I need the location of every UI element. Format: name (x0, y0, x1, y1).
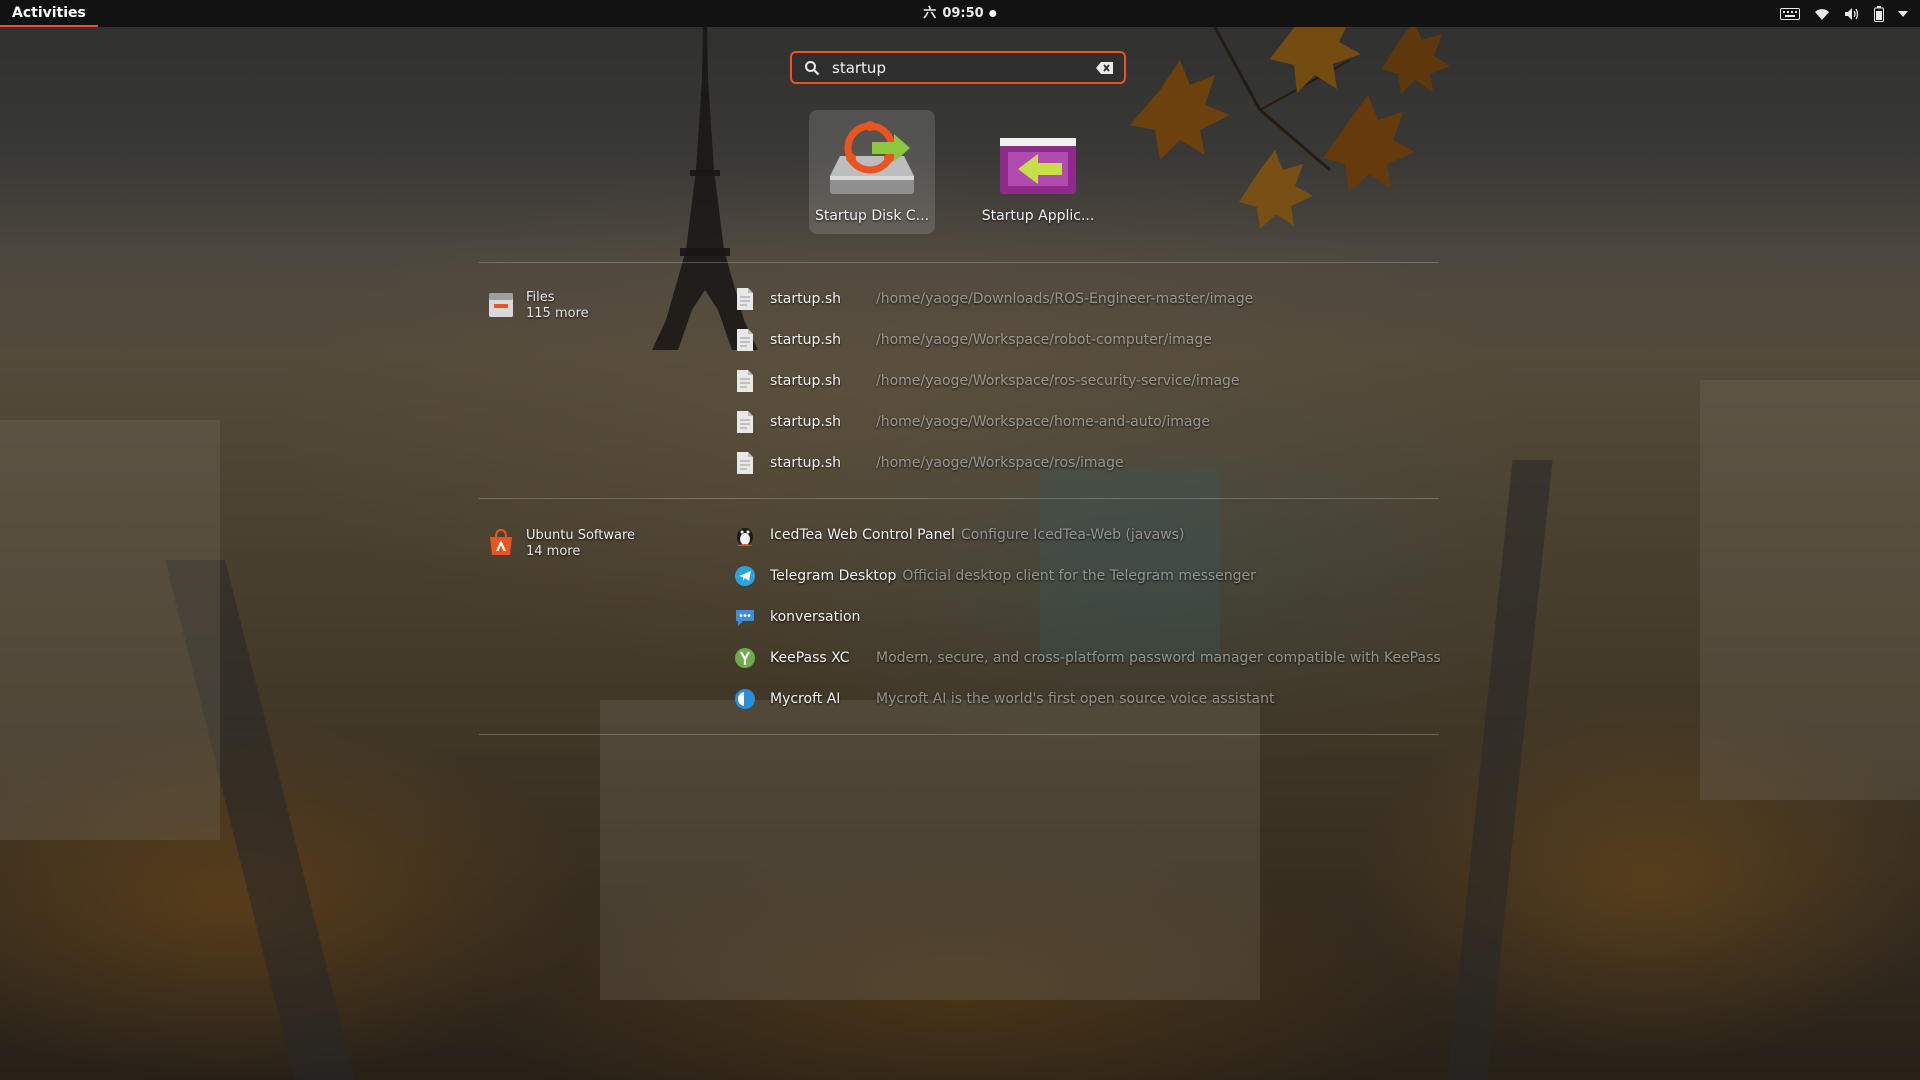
app-tile-startup-applications[interactable]: Startup Applic... (975, 110, 1101, 234)
wifi-icon[interactable] (1814, 7, 1830, 21)
provider-title: Files (526, 290, 555, 305)
search-result-app[interactable]: konversation (734, 602, 876, 632)
result-name: startup.sh (770, 414, 841, 430)
clock-button[interactable]: 六 09:50 (923, 0, 997, 27)
text-file-icon (737, 370, 753, 392)
result-path: /home/yaoge/Workspace/home-and-auto/imag… (876, 414, 1210, 430)
result-name: KeePass XC (770, 650, 850, 666)
chevron-down-icon[interactable] (1898, 10, 1908, 17)
results-separator (479, 498, 1439, 499)
clock-time: 09:50 (942, 6, 984, 21)
result-description: Mycroft AI is the world's first open sou… (876, 691, 1275, 707)
keyboard-icon[interactable] (1780, 7, 1800, 20)
search-result-file[interactable]: startup.sh /home/yaoge/Downloads/ROS-Eng… (734, 284, 1253, 314)
startup-disk-creator-icon (830, 121, 914, 194)
provider-ubuntu-software[interactable]: Ubuntu Software 14 more (486, 528, 635, 560)
text-file-icon (737, 288, 753, 310)
app-tile-startup-disk-creator[interactable]: Startup Disk C... (809, 110, 935, 234)
provider-title: Ubuntu Software (526, 528, 636, 543)
result-description: Configure IcedTea-Web (javaws) (960, 527, 1185, 543)
ubuntu-software-icon (490, 528, 512, 555)
results-separator (479, 734, 1439, 735)
provider-more-count: 115 more (526, 306, 589, 321)
app-tile-label: Startup Disk C... (814, 208, 930, 224)
result-path: /home/yaoge/Workspace/robot-computer/ima… (876, 332, 1212, 348)
provider-files[interactable]: Files 115 more (486, 290, 589, 322)
result-name: startup.sh (770, 291, 841, 307)
mycroft-icon (735, 689, 755, 709)
text-file-icon (737, 411, 753, 433)
clock-weekday: 六 (923, 6, 937, 21)
konversation-icon (736, 610, 754, 626)
search-result-file[interactable]: startup.sh /home/yaoge/Workspace/ros-sec… (734, 366, 1240, 396)
result-path: /home/yaoge/Workspace/ros/image (876, 455, 1124, 471)
result-path: /home/yaoge/Workspace/ros-security-servi… (876, 373, 1240, 389)
result-name: startup.sh (770, 332, 841, 348)
result-name: Mycroft AI (770, 691, 841, 707)
activities-button[interactable]: Activities (0, 0, 98, 27)
search-result-app[interactable]: Mycroft AI Mycroft AI is the world's fir… (734, 684, 1274, 714)
result-name: Telegram Desktop (770, 568, 897, 584)
top-panel: Activities 六 09:50 (0, 0, 1920, 27)
volume-icon[interactable] (1844, 7, 1860, 21)
telegram-icon (735, 566, 755, 586)
result-description: Modern, secure, and cross-platform passw… (876, 650, 1441, 666)
icedtea-icon (737, 528, 753, 546)
search-input[interactable] (830, 57, 1096, 78)
battery-icon[interactable] (1874, 5, 1884, 22)
result-path: /home/yaoge/Downloads/ROS-Engineer-maste… (876, 291, 1254, 307)
result-description: Official desktop client for the Telegram… (902, 568, 1256, 584)
search-result-file[interactable]: startup.sh /home/yaoge/Workspace/home-an… (734, 407, 1210, 437)
result-name: startup.sh (770, 455, 841, 471)
provider-more-count: 14 more (526, 544, 581, 559)
keepassxc-icon (735, 648, 755, 668)
result-name: startup.sh (770, 373, 841, 389)
results-separator (479, 262, 1439, 263)
result-name: IcedTea Web Control Panel (770, 527, 955, 543)
system-tray[interactable] (1780, 0, 1908, 27)
clear-search-icon[interactable] (1096, 61, 1114, 75)
overview-search-bar[interactable] (790, 51, 1126, 84)
text-file-icon (737, 452, 753, 474)
notification-dot-icon (989, 10, 997, 17)
search-result-file[interactable]: startup.sh /home/yaoge/Workspace/ros/ima… (734, 448, 1124, 478)
files-app-icon (489, 293, 513, 317)
search-result-app[interactable]: Telegram Desktop Official desktop client… (734, 561, 1256, 591)
startup-applications-icon (1000, 138, 1076, 194)
search-result-app[interactable]: KeePass XC Modern, secure, and cross-pla… (734, 643, 1441, 673)
app-tile-label: Startup Applic... (981, 208, 1095, 224)
search-result-app[interactable]: IcedTea Web Control Panel Configure Iced… (734, 520, 1184, 550)
text-file-icon (737, 329, 753, 351)
search-result-file[interactable]: startup.sh /home/yaoge/Workspace/robot-c… (734, 325, 1212, 355)
result-name: konversation (770, 609, 861, 625)
search-icon (805, 60, 820, 75)
